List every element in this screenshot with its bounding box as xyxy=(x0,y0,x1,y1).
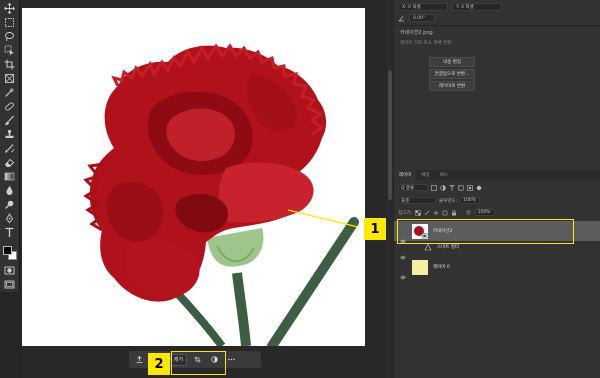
foreground-background-colors[interactable] xyxy=(3,246,18,261)
highlight-box-remove-bg xyxy=(171,351,226,375)
scrollbar-thumb[interactable] xyxy=(388,70,392,200)
lock-position-icon[interactable] xyxy=(433,210,439,216)
lock-pixels-icon[interactable] xyxy=(424,210,430,216)
adjustment-filter-icon[interactable] xyxy=(440,184,446,191)
smart-filter-icon xyxy=(424,243,432,251)
pixel-filter-icon[interactable] xyxy=(431,184,437,191)
blend-opacity-row: 표준 불투명도: 100% xyxy=(398,197,481,204)
angle-value: 0.00° xyxy=(413,15,426,21)
eraser-tool-icon[interactable] xyxy=(3,156,16,169)
tab-paths[interactable]: 패스 xyxy=(435,170,453,180)
quick-mask-icon[interactable] xyxy=(3,264,16,277)
convert-to-layers-button[interactable]: 레이어로 변환 xyxy=(429,81,475,91)
lock-artboard-icon[interactable] xyxy=(442,210,448,216)
taskbar-more-button[interactable] xyxy=(225,354,238,366)
position-row: X: 0 픽셀 Y: 0 픽셀 xyxy=(398,3,502,11)
carnation-image xyxy=(83,43,359,351)
taskbar-select-subject-button[interactable] xyxy=(133,354,146,366)
tab-layers[interactable]: 레이어 xyxy=(394,170,417,180)
history-brush-tool-icon[interactable] xyxy=(3,142,16,155)
clone-stamp-tool-icon[interactable] xyxy=(3,128,16,141)
angle-icon xyxy=(398,15,404,21)
lock-fill-row: 잠그기: 칠: 100% xyxy=(398,209,495,216)
tab-channels[interactable]: 채널 xyxy=(416,170,434,180)
layer-filter-row: Q 종류 xyxy=(398,184,482,191)
angle-field[interactable]: 0.00° xyxy=(409,14,435,22)
smart-object-filter-icon[interactable] xyxy=(467,184,473,191)
upload-icon xyxy=(136,356,143,363)
type-tool-icon[interactable] xyxy=(3,226,16,239)
frame-tool-icon[interactable] xyxy=(3,72,16,85)
right-panel: X: 0 픽셀 Y: 0 픽셀 0.00° 카네이션2.png 레이어 가로 조… xyxy=(394,0,600,378)
layers-panel-tabs: 레이어 채널 패스 xyxy=(394,170,600,180)
pen-tool-icon[interactable] xyxy=(3,212,16,225)
fill-label: 칠: xyxy=(465,210,472,216)
y-value: 0 픽셀 xyxy=(461,5,474,10)
crop-tool-icon[interactable] xyxy=(3,58,16,71)
edit-contents-button[interactable]: 내용 편집 xyxy=(429,57,475,67)
x-value: 0 픽셀 xyxy=(408,5,421,10)
filter-toggle-icon[interactable] xyxy=(476,185,482,191)
smart-object-subtext: 레이어 가로 조소 개체 변환 xyxy=(400,41,452,46)
x-label: X: xyxy=(402,4,407,10)
highlight-box-layer xyxy=(397,219,574,244)
photoshop-window: 배경 제거 X: 0 픽셀 Y: 0 픽셀 0.00° 카네이션2.png 레이… xyxy=(0,0,600,378)
layer-kind-filter[interactable]: Q 종류 xyxy=(398,184,428,191)
convert-to-linked-button[interactable]: 연결됨으로 변환... xyxy=(429,69,475,79)
visibility-eye-icon[interactable] xyxy=(400,245,406,259)
lock-transparency-icon[interactable] xyxy=(415,209,421,216)
lasso-tool-icon[interactable] xyxy=(3,30,16,43)
screen-mode-icon[interactable] xyxy=(3,278,16,291)
layer-row-layer-0[interactable]: 레이어 0 xyxy=(394,257,600,279)
angle-row: 0.00° xyxy=(398,14,435,22)
lock-label: 잠그기: xyxy=(398,210,412,216)
move-tool-icon[interactable] xyxy=(3,2,16,15)
foreground-color-swatch[interactable] xyxy=(3,246,12,255)
type-filter-icon[interactable] xyxy=(449,184,455,191)
canvas-area[interactable] xyxy=(21,0,390,378)
fill-field[interactable]: 100% xyxy=(474,209,495,216)
brush-tool-icon[interactable] xyxy=(3,114,16,127)
x-position-field[interactable]: X: 0 픽셀 xyxy=(398,3,448,11)
y-position-field[interactable]: Y: 0 픽셀 xyxy=(452,3,502,11)
canvas-vertical-scrollbar[interactable] xyxy=(387,0,393,378)
divider xyxy=(394,25,600,26)
opacity-field[interactable]: 100% xyxy=(460,197,481,204)
smart-object-filename: 카네이션2.png xyxy=(400,30,433,36)
gradient-tool-icon[interactable] xyxy=(3,170,16,183)
object-select-tool-icon[interactable] xyxy=(3,44,16,57)
y-label: Y: xyxy=(456,4,460,10)
blend-mode-select[interactable]: 표준 xyxy=(398,197,436,204)
healing-brush-tool-icon[interactable] xyxy=(3,100,16,113)
marquee-tool-icon[interactable] xyxy=(3,16,16,29)
more-icon xyxy=(228,358,235,361)
layer-name: 스마트 필터 xyxy=(437,245,460,250)
visibility-eye-icon[interactable] xyxy=(400,265,406,279)
shape-filter-icon[interactable] xyxy=(458,184,464,191)
callout-2: 2 xyxy=(148,353,170,375)
callout-1: 1 xyxy=(364,218,386,240)
layer-name: 레이어 0 xyxy=(433,265,450,270)
layer-thumbnail xyxy=(412,259,428,275)
dodge-tool-icon[interactable] xyxy=(3,198,16,211)
blur-tool-icon[interactable] xyxy=(3,184,16,197)
lock-all-icon[interactable] xyxy=(451,209,457,216)
eyedropper-tool-icon[interactable] xyxy=(3,86,16,99)
opacity-label: 불투명도: xyxy=(439,198,458,204)
tools-toolbar xyxy=(0,0,20,292)
document-canvas[interactable] xyxy=(22,8,365,351)
